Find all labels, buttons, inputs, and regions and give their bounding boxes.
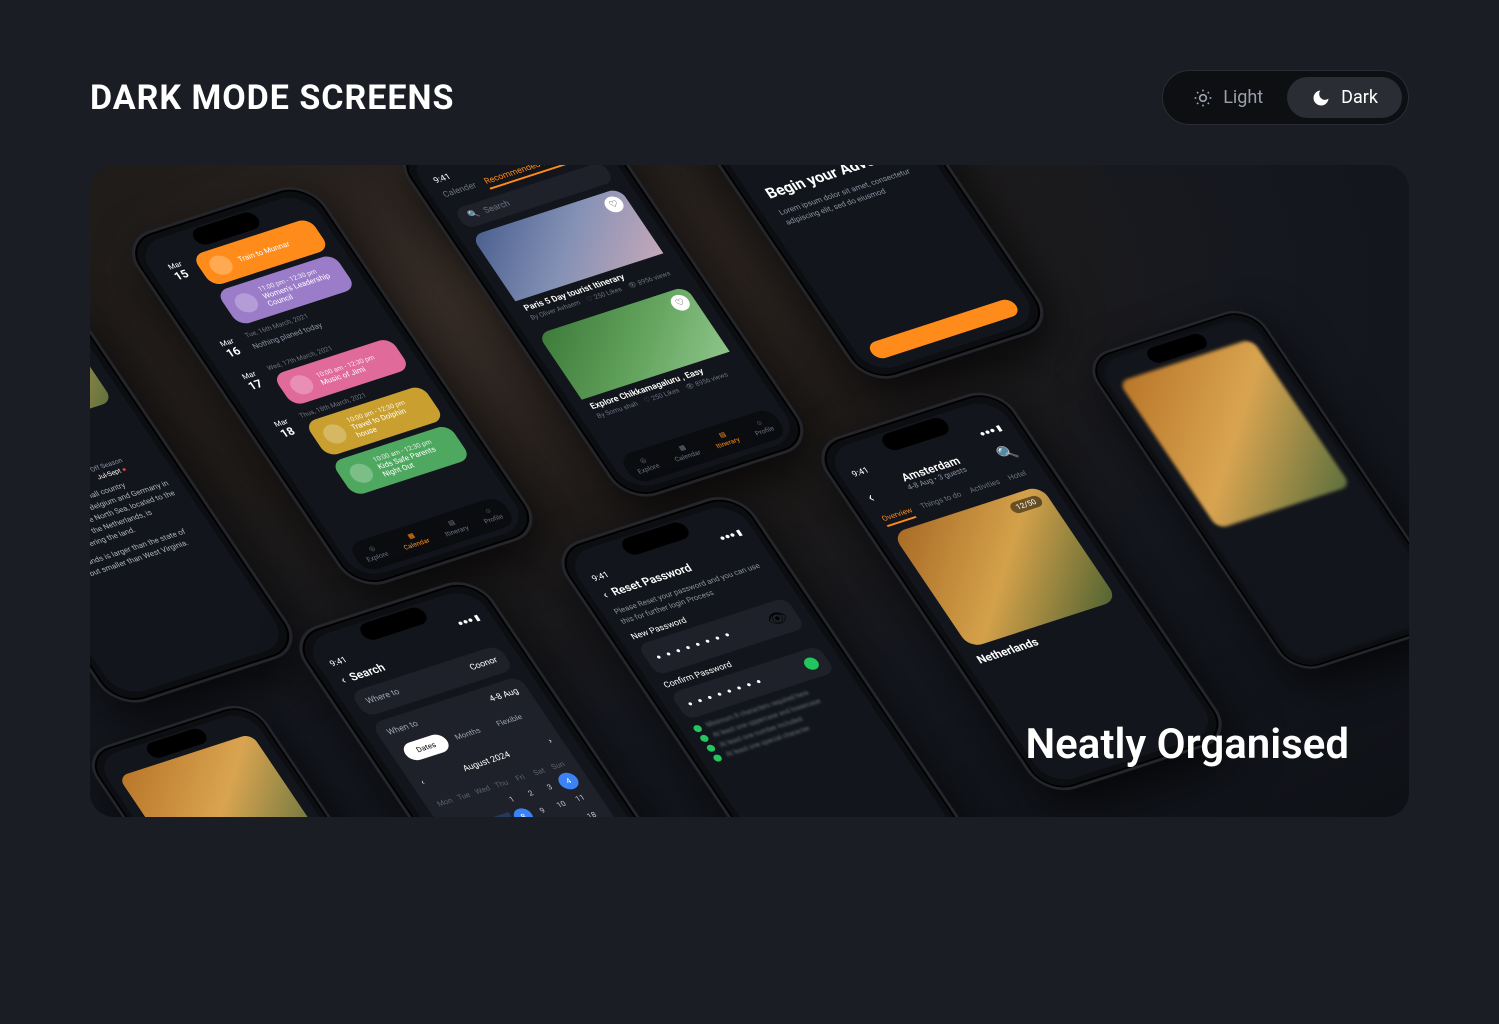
status-time: 9:41 <box>590 571 612 585</box>
dark-mode-button[interactable]: Dark <box>1287 77 1402 118</box>
nav-profile[interactable]: ☺Profile <box>748 417 776 438</box>
back-icon[interactable]: ‹ <box>863 489 878 506</box>
cta-button[interactable] <box>866 297 1022 360</box>
nav-explore[interactable]: ◎Explore <box>359 542 390 564</box>
next-month-icon[interactable]: › <box>547 737 555 746</box>
eye-icon[interactable]: 👁 <box>763 608 792 630</box>
search-icon: 🔍 <box>466 209 482 220</box>
moon-icon <box>1311 88 1331 108</box>
tab-activities[interactable]: Activities <box>967 477 1004 498</box>
light-mode-button[interactable]: Light <box>1169 77 1287 118</box>
status-time: 9:41 <box>432 173 454 187</box>
light-label: Light <box>1223 87 1263 108</box>
nav-explore[interactable]: ◎Explore <box>630 454 661 476</box>
image-counter: 12/50 <box>1007 494 1044 514</box>
back-icon[interactable]: ‹ <box>338 674 349 687</box>
search-icon[interactable]: 🔍 <box>993 442 1021 463</box>
theme-toggle: Light Dark <box>1162 70 1409 125</box>
tab-overview[interactable]: Overview <box>880 506 917 527</box>
status-time: 9:41 <box>328 656 350 670</box>
check-icon <box>801 656 821 672</box>
nav-calendar[interactable]: ▦Calendar <box>668 441 703 464</box>
back-icon[interactable]: ‹ <box>600 589 611 602</box>
status-time: 9:41 <box>850 466 872 480</box>
nav-profile[interactable]: ☺Profile <box>477 505 505 526</box>
status-icons: ●●● ▮ <box>717 528 744 544</box>
bottom-nav: ◎Explore ▦Calendar ▤Itinerary ☺Profile <box>618 408 789 485</box>
dark-label: Dark <box>1341 87 1378 108</box>
page-title: DARK MODE SCREENS <box>90 78 454 118</box>
tab-calendar[interactable]: Calender <box>441 181 481 203</box>
status-icons: ●●● ▮ <box>977 423 1004 439</box>
nav-itinerary[interactable]: ▤Itinerary <box>709 428 742 450</box>
status-icons: ●●● ▮ <box>455 613 482 629</box>
bottom-nav: ◎Explore ▦Calendar ▤Itinerary ☺Profile <box>347 496 518 573</box>
prev-month-icon[interactable]: ‹ <box>419 778 427 787</box>
search-title: Search <box>346 661 388 683</box>
sun-icon <box>1193 88 1213 108</box>
nav-calendar[interactable]: ▦Calendar <box>397 529 432 552</box>
overlay-caption: Neatly Organised <box>1025 720 1349 769</box>
month-label: August 2024 <box>461 751 512 774</box>
tab-hotel[interactable]: Hotel <box>1006 469 1031 486</box>
showcase: Neatly Organised 📍View Map ...ne to Visi… <box>90 165 1409 817</box>
nav-itinerary[interactable]: ▤Itinerary <box>438 516 471 538</box>
